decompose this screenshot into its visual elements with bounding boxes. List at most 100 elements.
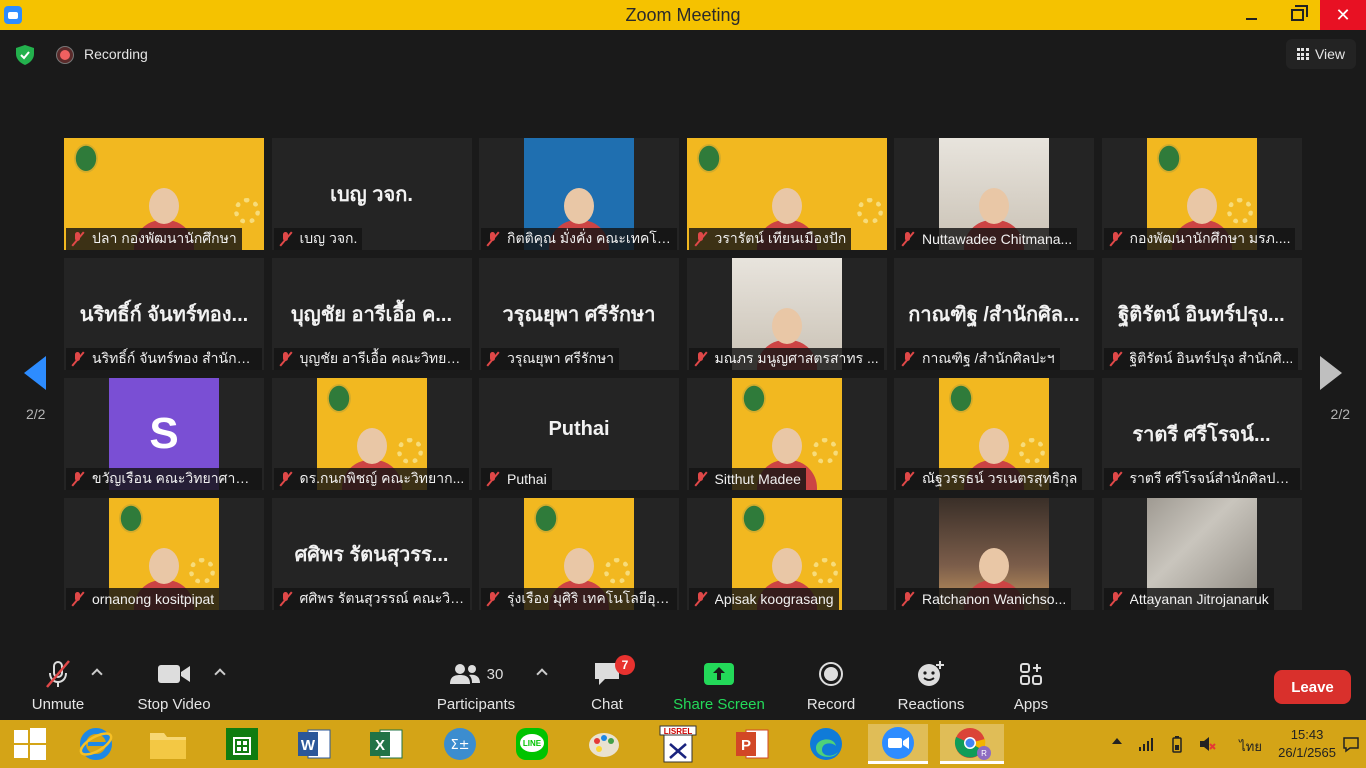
network-signal-icon[interactable] [1138, 736, 1154, 752]
participant-name: ณัฐวรรธน์ วรเนตรสุทธิกุล [922, 470, 1078, 486]
participant-tile[interactable]: รุ่งเรือง มุศิริ เทคโนโลยีอุตส... [479, 498, 679, 610]
excel-icon: X [370, 729, 403, 759]
mic-muted-icon [70, 351, 86, 367]
participant-tile[interactable]: Ratchanon Wanichso... [894, 498, 1094, 610]
word-icon: W [298, 729, 331, 759]
participant-name: Nuttawadee Chitmana... [922, 231, 1073, 247]
chat-button[interactable]: 7 Chat [587, 652, 635, 720]
maximize-button[interactable] [1274, 0, 1320, 30]
clock-date: 26/1/2565 [1278, 745, 1336, 760]
reactions-button[interactable]: Reactions [896, 652, 966, 720]
input-language-indicator[interactable]: ไทย [1239, 736, 1262, 757]
participant-tile[interactable]: เบญ วจก. เบญ วจก. [271, 138, 472, 250]
participant-nameplate: กาณฑิฐ /สำนักศิลปะฯ [896, 348, 1060, 370]
unmute-button[interactable]: Unmute [28, 652, 88, 720]
university-seal-icon [534, 504, 558, 533]
close-button[interactable]: ✕ [1320, 0, 1366, 30]
apps-button[interactable]: Apps [1011, 652, 1051, 720]
taskbar-internet-explorer[interactable] [72, 724, 120, 764]
taskbar-paint[interactable] [580, 724, 628, 764]
folder-icon [150, 733, 186, 759]
participant-tile[interactable]: ราตรี ศรีโรจน์... ราตรี ศรีโรจน์สำนักศิลป… [1101, 378, 1302, 490]
participant-tile[interactable]: ปลา กองพัฒนานักศึกษา [64, 138, 264, 250]
chat-unread-badge: 7 [615, 655, 635, 675]
participant-tile[interactable]: นริทธิ์ก์ จันทร์ทอง... นริทธิ์ก์ จันทร์ทอ… [64, 258, 264, 370]
participant-tile[interactable]: S ขวัญเรือน คณะวิทยาศาสต... [64, 378, 264, 490]
mic-muted-icon [70, 591, 86, 607]
taskbar-word[interactable]: W [290, 724, 338, 764]
battery-icon[interactable] [1168, 735, 1186, 753]
participant-tile[interactable]: Puthai Puthai [479, 378, 679, 490]
participant-nameplate: ณัฐวรรธน์ วรเนตรสุทธิกุล [896, 468, 1083, 490]
next-page-arrow-icon[interactable] [1320, 356, 1342, 390]
svg-text:X: X [375, 737, 385, 754]
previous-page-arrow-icon[interactable] [24, 356, 46, 390]
participant-display-name: วรุณยุพา ศรีรักษา [502, 304, 656, 326]
encryption-shield-icon[interactable] [16, 45, 34, 65]
taskbar-math-app[interactable]: Σ± [436, 724, 484, 764]
participant-tile[interactable]: Nuttawadee Chitmana... [894, 138, 1094, 250]
taskbar-edge[interactable] [802, 724, 850, 764]
video-options-caret-icon[interactable] [214, 668, 226, 680]
system-clock[interactable]: 15:43 26/1/2565 [1278, 726, 1336, 762]
participant-tile[interactable]: วรารัตน์ เทียนเมืองปัก [686, 138, 887, 250]
participant-nameplate: Nuttawadee Chitmana... [896, 228, 1078, 250]
participant-tile[interactable]: Attayanan Jitrojanaruk [1101, 498, 1302, 610]
speaker-muted-icon[interactable] [1198, 735, 1216, 753]
minimize-button[interactable] [1228, 0, 1274, 30]
participant-tile[interactable]: ศศิพร รัตนสุวรร... ศศิพร รัตนสุวรรณ์ คณะว… [271, 498, 472, 610]
taskbar-excel[interactable]: X [362, 724, 410, 764]
participant-tile[interactable]: ดร.กนกพิชญ์ คณะวิทยาก... [271, 378, 472, 490]
notifications-icon[interactable] [1342, 735, 1360, 753]
tray-show-hidden-icon[interactable] [1112, 738, 1122, 744]
participant-nameplate: มณภร มนูญศาสตรสาทร ... [688, 348, 884, 370]
svg-text:LINE: LINE [523, 739, 542, 748]
record-button[interactable]: Record [806, 652, 856, 720]
powerpoint-icon: P [736, 729, 769, 759]
taskbar-chrome[interactable]: R [940, 724, 1004, 764]
mic-muted-icon [278, 351, 294, 367]
mic-muted-icon [43, 652, 73, 696]
participant-tile[interactable]: กาณฑิฐ /สำนักศิล... กาณฑิฐ /สำนักศิลปะฯ [894, 258, 1094, 370]
participant-tile[interactable]: มณภร มนูญศาสตรสาทร ... [686, 258, 887, 370]
participant-name: วรุณยุพา ศรีรักษา [507, 350, 615, 366]
participant-nameplate: วรุณยุพา ศรีรักษา [481, 348, 620, 370]
participant-tile[interactable]: กองพัฒนานักศึกษา มรภ.... [1101, 138, 1302, 250]
participant-tile[interactable]: Apisak koograsang [686, 498, 887, 610]
taskbar-file-explorer[interactable] [144, 724, 192, 764]
participant-tile[interactable]: บุญชัย อารีเอื้อ ค... บุญชัย อารีเอื้อ คณ… [271, 258, 472, 370]
participant-tile[interactable]: วรุณยุพา ศรีรักษา วรุณยุพา ศรีรักษา [479, 258, 679, 370]
participants-button[interactable]: 30 Participants [436, 652, 516, 720]
leave-button[interactable]: Leave [1274, 670, 1351, 704]
smiley-plus-icon [917, 652, 945, 696]
participant-name: รุ่งเรือง มุศิริ เทคโนโลยีอุตส... [507, 590, 672, 606]
store-bag-icon [226, 728, 258, 760]
participant-name: ฐิติรัตน์ อินทร์ปรุง สำนักศิ... [1129, 350, 1294, 366]
taskbar-store[interactable] [218, 724, 266, 764]
participant-tile[interactable]: Sitthut Madee [686, 378, 887, 490]
page-indicator-right: 2/2 [1330, 406, 1350, 422]
audio-options-caret-icon[interactable] [91, 668, 103, 680]
participants-caret-icon[interactable] [536, 668, 548, 680]
participant-tile[interactable]: กิตติคุณ มั่งคั่ง คณะเทคโนโล... [479, 138, 679, 250]
share-screen-button[interactable]: Share Screen [673, 652, 765, 720]
taskbar-lisrel[interactable]: LISREL [654, 724, 702, 764]
participant-display-name: เบญ วจก. [330, 184, 413, 206]
windows-logo-icon [14, 728, 46, 760]
taskbar-line[interactable]: LINE [508, 724, 556, 764]
window-title: Zoom Meeting [625, 4, 741, 25]
taskbar-powerpoint[interactable]: P [728, 724, 776, 764]
participant-display-name: ศศิพร รัตนสุวรร... [294, 544, 449, 566]
participant-tile[interactable]: ณัฐวรรธน์ วรเนตรสุทธิกุล [894, 378, 1094, 490]
windows-start-button[interactable] [6, 724, 54, 764]
stop-video-button[interactable]: Stop Video [134, 652, 214, 720]
view-button[interactable]: View [1286, 39, 1356, 69]
participant-tile[interactable]: ฐิติรัตน์ อินทร์ปรุง... ฐิติรัตน์ อินทร์ป… [1101, 258, 1302, 370]
participant-tile[interactable]: ornanong kositpipat [64, 498, 264, 610]
participant-display-name: นริทธิ์ก์ จันทร์ทอง... [79, 304, 249, 326]
participant-name: Sitthut Madee [714, 471, 801, 487]
taskbar-zoom[interactable] [868, 724, 928, 764]
minimize-icon [1245, 18, 1257, 20]
participant-name: กิตติคุณ มั่งคั่ง คณะเทคโนโล... [507, 230, 672, 246]
university-seal-icon [1156, 144, 1181, 173]
